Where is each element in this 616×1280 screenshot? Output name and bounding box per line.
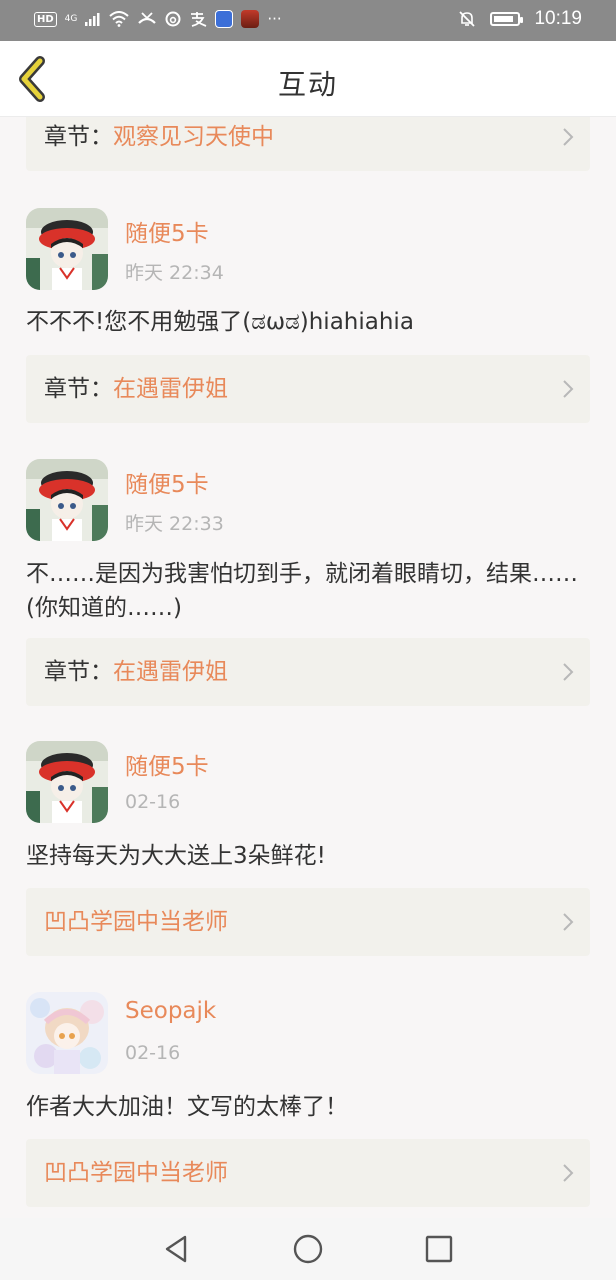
signal-icon xyxy=(85,13,100,26)
more-notifications: ··· xyxy=(267,10,282,28)
chapter-link[interactable]: 凹凸学园中当老师 xyxy=(26,888,590,956)
page-title: 互动 xyxy=(277,68,338,101)
chapter-link-text: 章节：在遇雷伊姐 xyxy=(44,638,228,706)
comment-text: 坚持每天为大大送上3朵鲜花! xyxy=(26,843,326,869)
comment-time: 02-16 xyxy=(125,791,181,813)
chapter-link-text: 章节：在遇雷伊姐 xyxy=(44,355,228,423)
comment-time: 昨天 22:34 xyxy=(125,262,224,284)
username[interactable]: Seopajk xyxy=(125,998,216,1024)
chapter-name: 在遇雷伊姐 xyxy=(113,376,228,402)
alipay-icon xyxy=(191,12,207,27)
chapter-link[interactable]: 凹凸学园中当老师 xyxy=(26,1139,590,1207)
chevron-right-icon xyxy=(563,1164,574,1182)
avatar[interactable] xyxy=(26,992,108,1074)
chevron-right-icon xyxy=(563,913,574,931)
avatar-red-hood-image xyxy=(26,208,108,290)
username[interactable]: 随便5卡 xyxy=(125,465,209,499)
avatar[interactable] xyxy=(26,208,108,290)
clock: 10:19 xyxy=(534,8,582,29)
status-right-icons: 10:19 xyxy=(458,8,582,30)
battery-icon xyxy=(490,12,524,26)
chapter-link[interactable]: 章节：在遇雷伊姐 xyxy=(26,355,590,423)
missed-call-icon xyxy=(138,12,157,24)
wifi-icon xyxy=(109,11,130,27)
square-recents-icon[interactable] xyxy=(422,1232,456,1266)
status-left-icons: HD 4G ··· xyxy=(34,10,282,28)
avatar-red-hood-image xyxy=(26,459,108,541)
comment-text: 作者大大加油！文写的太棒了！ xyxy=(26,1094,348,1120)
comment-text: 不……是因为我害怕切到手，就闭着眼睛切，结果……(你知道的……) xyxy=(26,561,578,621)
chapter-prefix: 章节： xyxy=(44,376,113,402)
comment-time: 02-16 xyxy=(125,1042,181,1064)
hd-badge: HD xyxy=(34,11,57,27)
system-nav-bar xyxy=(0,1218,616,1280)
netease-music-icon xyxy=(165,11,181,27)
chapter-link-text: 凹凸学园中当老师 xyxy=(44,888,228,956)
game-app-icon xyxy=(241,10,260,28)
chapter-name: 观察见习天使中 xyxy=(113,124,274,150)
status-bar: HD 4G ··· 10:19 xyxy=(0,0,616,41)
avatar[interactable] xyxy=(26,459,108,541)
chapter-name: 在遇雷伊姐 xyxy=(113,659,228,685)
chevron-right-icon xyxy=(563,128,574,146)
mute-bell-icon xyxy=(459,11,476,27)
music-app-icon xyxy=(215,10,234,28)
avatar-red-hood-image xyxy=(26,741,108,823)
chapter-name: 凹凸学园中当老师 xyxy=(44,909,228,935)
chapter-prefix: 章节： xyxy=(44,659,113,685)
comment-time: 昨天 22:33 xyxy=(125,513,224,535)
chapter-prefix: 章节： xyxy=(44,124,113,150)
chapter-name: 凹凸学园中当老师 xyxy=(44,1160,228,1186)
chapter-link-text: 凹凸学园中当老师 xyxy=(44,1139,228,1207)
chevron-right-icon xyxy=(563,663,574,681)
avatar[interactable] xyxy=(26,741,108,823)
chapter-link[interactable]: 章节：观察见习天使中 xyxy=(26,117,590,171)
comment-text: 不不不!您不用勉强了(ಡωಡ)hiahiahia xyxy=(26,309,414,335)
username[interactable]: 随便5卡 xyxy=(125,747,209,781)
app-header: 互动 xyxy=(0,41,616,117)
avatar-pastel-girl-image xyxy=(26,992,108,1074)
comment-list[interactable]: 章节：观察见习天使中 随便5卡 昨天 22:34 不不不!您不用勉强了(ಡωಡ)… xyxy=(0,117,616,1218)
username[interactable]: 随便5卡 xyxy=(125,214,209,248)
network-type: 4G xyxy=(64,14,78,24)
circle-home-icon[interactable] xyxy=(291,1232,325,1266)
chapter-link-text: 章节：观察见习天使中 xyxy=(44,117,274,171)
battery-fill xyxy=(494,16,514,22)
chevron-right-icon xyxy=(563,380,574,398)
triangle-back-icon[interactable] xyxy=(159,1232,193,1266)
chapter-link[interactable]: 章节：在遇雷伊姐 xyxy=(26,638,590,706)
